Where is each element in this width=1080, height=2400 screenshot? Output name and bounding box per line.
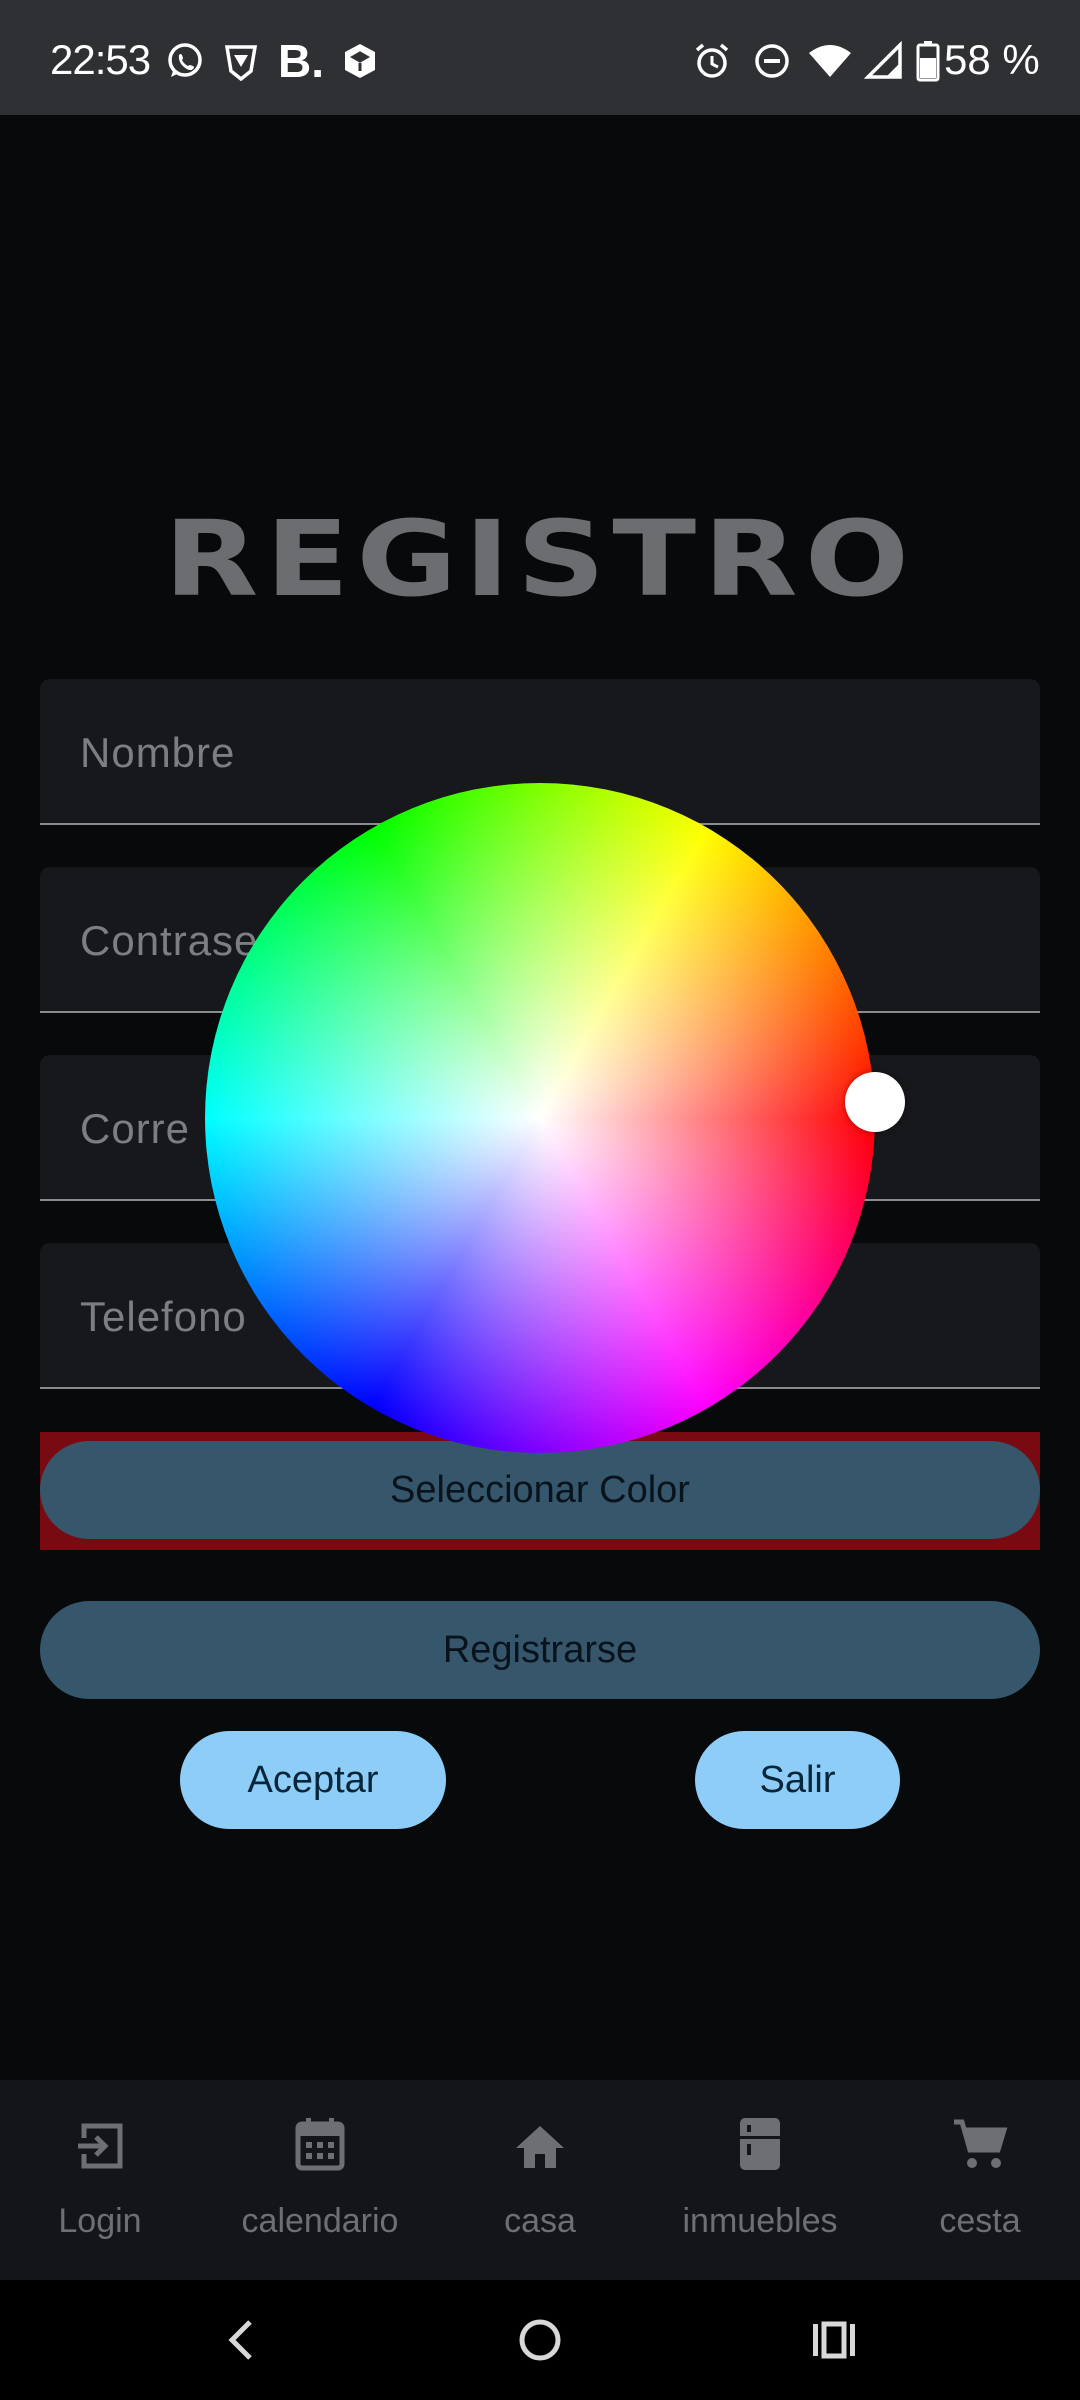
brave-icon: [219, 40, 263, 82]
calendar-icon: [220, 2112, 420, 2172]
nav-label-calendario: calendario: [241, 2202, 399, 2240]
exit-button[interactable]: Salir: [695, 1731, 900, 1829]
email-placeholder: Corre: [80, 1105, 191, 1152]
color-wheel-saturation: [205, 783, 875, 1453]
nav-item-calendario[interactable]: calendario: [220, 2112, 420, 2241]
cart-icon: [880, 2112, 1080, 2172]
login-icon: [0, 2112, 200, 2172]
nav-item-casa[interactable]: casa: [440, 2112, 640, 2241]
nav-label-cesta: cesta: [939, 2202, 1021, 2240]
b-icon: B.: [278, 35, 324, 87]
battery-icon: [914, 40, 942, 82]
register-button[interactable]: Registrarse: [40, 1601, 1040, 1699]
password-placeholder: Contrase: [80, 917, 259, 964]
select-color-button[interactable]: Seleccionar Color: [40, 1441, 1040, 1539]
recents-icon[interactable]: [810, 2318, 858, 2367]
signal-icon: [862, 40, 906, 82]
nav-item-cesta[interactable]: cesta: [880, 2112, 1080, 2241]
nav-item-inmuebles[interactable]: inmuebles: [660, 2112, 860, 2241]
nav-label-inmuebles: inmuebles: [682, 2202, 838, 2240]
nav-label-login: Login: [58, 2202, 142, 2240]
back-icon[interactable]: [222, 2318, 262, 2367]
status-time: 22:53: [50, 36, 151, 83]
nav-item-login[interactable]: Login: [0, 2112, 200, 2241]
accept-button[interactable]: Aceptar: [180, 1731, 446, 1829]
color-wheel-handle[interactable]: [845, 1072, 905, 1132]
whatsapp-icon: [163, 40, 207, 82]
wifi-icon: [806, 40, 854, 82]
phone-placeholder: Telefono: [80, 1293, 247, 1340]
home-circle-icon[interactable]: [516, 2316, 564, 2369]
fridge-icon: [660, 2112, 860, 2172]
battery-percentage: 58 %: [944, 36, 1040, 83]
nombre-placeholder: Nombre: [80, 729, 236, 776]
nav-label-casa: casa: [504, 2202, 576, 2240]
dnd-icon: [750, 40, 794, 82]
home-icon: [440, 2112, 640, 2172]
tidal-icon: [338, 40, 382, 82]
page-title: REGISTRO: [163, 498, 917, 620]
alarm-icon: [690, 40, 734, 82]
